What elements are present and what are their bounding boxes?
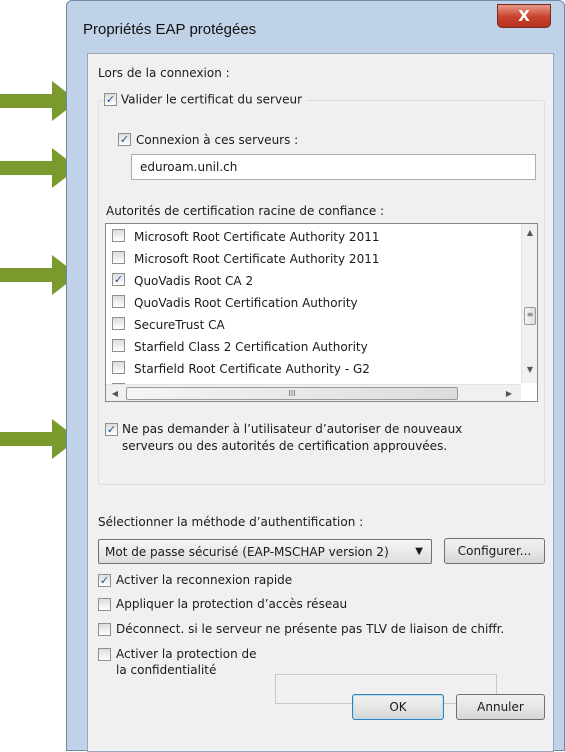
vertical-scrollbar[interactable]: ▲ ≡ ▼ bbox=[521, 224, 537, 383]
ca-item-label: SecureTrust CA bbox=[134, 318, 225, 332]
ca-item-checkbox[interactable]: ✓ bbox=[112, 273, 125, 286]
close-button[interactable]: X bbox=[497, 4, 551, 28]
scroll-right-icon[interactable]: ▶ bbox=[504, 389, 514, 398]
close-icon: X bbox=[518, 7, 530, 25]
privacy-checkbox[interactable] bbox=[98, 648, 111, 661]
ca-item-checkbox[interactable] bbox=[112, 361, 125, 374]
list-item[interactable]: Starfield Class 2 Certification Authorit… bbox=[106, 336, 516, 358]
list-item[interactable]: Starfield Root Certificate Authority - G… bbox=[106, 358, 516, 380]
title-bar[interactable]: Propriétés EAP protégées X bbox=[67, 1, 564, 53]
ca-item-label: Starfield Root Certificate Authority - G… bbox=[134, 362, 370, 376]
ca-item-checkbox[interactable] bbox=[112, 317, 125, 330]
horizontal-scrollbar[interactable]: ◀ III ▶ bbox=[106, 384, 521, 401]
ca-item-checkbox[interactable] bbox=[112, 339, 125, 352]
nap-checkbox[interactable] bbox=[98, 598, 111, 611]
chevron-down-icon: ▼ bbox=[415, 546, 423, 557]
list-item[interactable]: SecureTrust CA bbox=[106, 314, 516, 336]
nap-label[interactable]: Appliquer la protection d’accès réseau bbox=[116, 597, 347, 611]
connect-servers-label[interactable]: Connexion à ces serveurs : bbox=[136, 133, 298, 147]
connect-servers-checkbox[interactable]: ✓ bbox=[118, 133, 131, 146]
fast-reconnect-label[interactable]: Activer la reconnexion rapide bbox=[116, 573, 292, 587]
ca-listbox[interactable]: Microsoft Root Certificate Authority 201… bbox=[105, 223, 538, 402]
ca-item-label: Microsoft Root Certificate Authority 201… bbox=[134, 252, 380, 266]
disconnect-tlv-checkbox[interactable] bbox=[98, 623, 111, 636]
scroll-left-icon[interactable]: ◀ bbox=[110, 389, 120, 398]
connection-header: Lors de la connexion : bbox=[98, 66, 230, 80]
no-prompt-label-line2[interactable]: serveurs ou des autorités de certificati… bbox=[122, 439, 447, 453]
vertical-scroll-thumb[interactable]: ≡ bbox=[524, 307, 536, 325]
list-item[interactable]: ✓ QuoVadis Root CA 2 bbox=[106, 270, 516, 292]
scroll-up-icon[interactable]: ▲ bbox=[522, 228, 537, 237]
privacy-label-line1[interactable]: Activer la protection de bbox=[116, 647, 256, 661]
trusted-ca-label: Autorités de certification racine de con… bbox=[106, 204, 385, 218]
scroll-thumb-grip: III bbox=[288, 389, 296, 398]
ca-item-label: Starfield Class 2 Certification Authorit… bbox=[134, 340, 368, 354]
list-item[interactable]: Microsoft Root Certificate Authority 201… bbox=[106, 248, 516, 270]
horizontal-scroll-thumb[interactable]: III bbox=[126, 387, 458, 400]
auth-method-label: Sélectionner la méthode d’authentificati… bbox=[98, 515, 364, 529]
no-prompt-checkbox[interactable]: ✓ bbox=[105, 423, 118, 436]
configure-button-label: Configurer... bbox=[457, 544, 532, 558]
window-title: Propriétés EAP protégées bbox=[83, 21, 257, 38]
servers-value: eduroam.unil.ch bbox=[140, 160, 238, 174]
list-item[interactable]: Microsoft Root Certificate Authority 201… bbox=[106, 226, 516, 248]
ca-item-checkbox[interactable] bbox=[112, 251, 125, 264]
ca-item-label: Microsoft Root Certificate Authority 201… bbox=[134, 230, 380, 244]
ca-item-checkbox[interactable] bbox=[112, 295, 125, 308]
auth-method-select[interactable]: Mot de passe sécurisé (EAP-MSCHAP versio… bbox=[98, 539, 432, 564]
dialog-content: Lors de la connexion : ✓ Valider le cert… bbox=[87, 53, 554, 752]
list-item[interactable]: QuoVadis Root Certification Authority bbox=[106, 292, 516, 314]
dialog-window: Propriétés EAP protégées X Lors de la co… bbox=[66, 0, 565, 752]
no-prompt-label-line1[interactable]: Ne pas demander à l’utilisateur d’autori… bbox=[122, 422, 462, 436]
validate-cert-checkbox[interactable]: ✓ bbox=[104, 93, 117, 106]
validate-cert-label[interactable]: Valider le certificat du serveur bbox=[121, 93, 302, 107]
ok-button-label: OK bbox=[389, 700, 407, 714]
cancel-button[interactable]: Annuler bbox=[456, 694, 545, 720]
privacy-label-line2[interactable]: la confidentialité bbox=[116, 663, 216, 677]
scroll-down-icon[interactable]: ▼ bbox=[522, 365, 537, 374]
ca-item-checkbox[interactable] bbox=[112, 229, 125, 242]
fast-reconnect-checkbox[interactable]: ✓ bbox=[98, 574, 111, 587]
validate-group-header: ✓ Valider le certificat du serveur bbox=[104, 92, 307, 107]
cancel-button-label: Annuler bbox=[477, 700, 524, 714]
disconnect-tlv-label[interactable]: Déconnect. si le serveur ne présente pas… bbox=[116, 622, 504, 636]
configure-button[interactable]: Configurer... bbox=[444, 538, 545, 564]
ok-button[interactable]: OK bbox=[352, 694, 444, 720]
ca-item-label: QuoVadis Root CA 2 bbox=[134, 274, 254, 288]
auth-method-value: Mot de passe sécurisé (EAP-MSCHAP versio… bbox=[105, 545, 389, 559]
ca-item-label: QuoVadis Root Certification Authority bbox=[134, 296, 358, 310]
servers-input[interactable]: eduroam.unil.ch bbox=[131, 154, 536, 180]
